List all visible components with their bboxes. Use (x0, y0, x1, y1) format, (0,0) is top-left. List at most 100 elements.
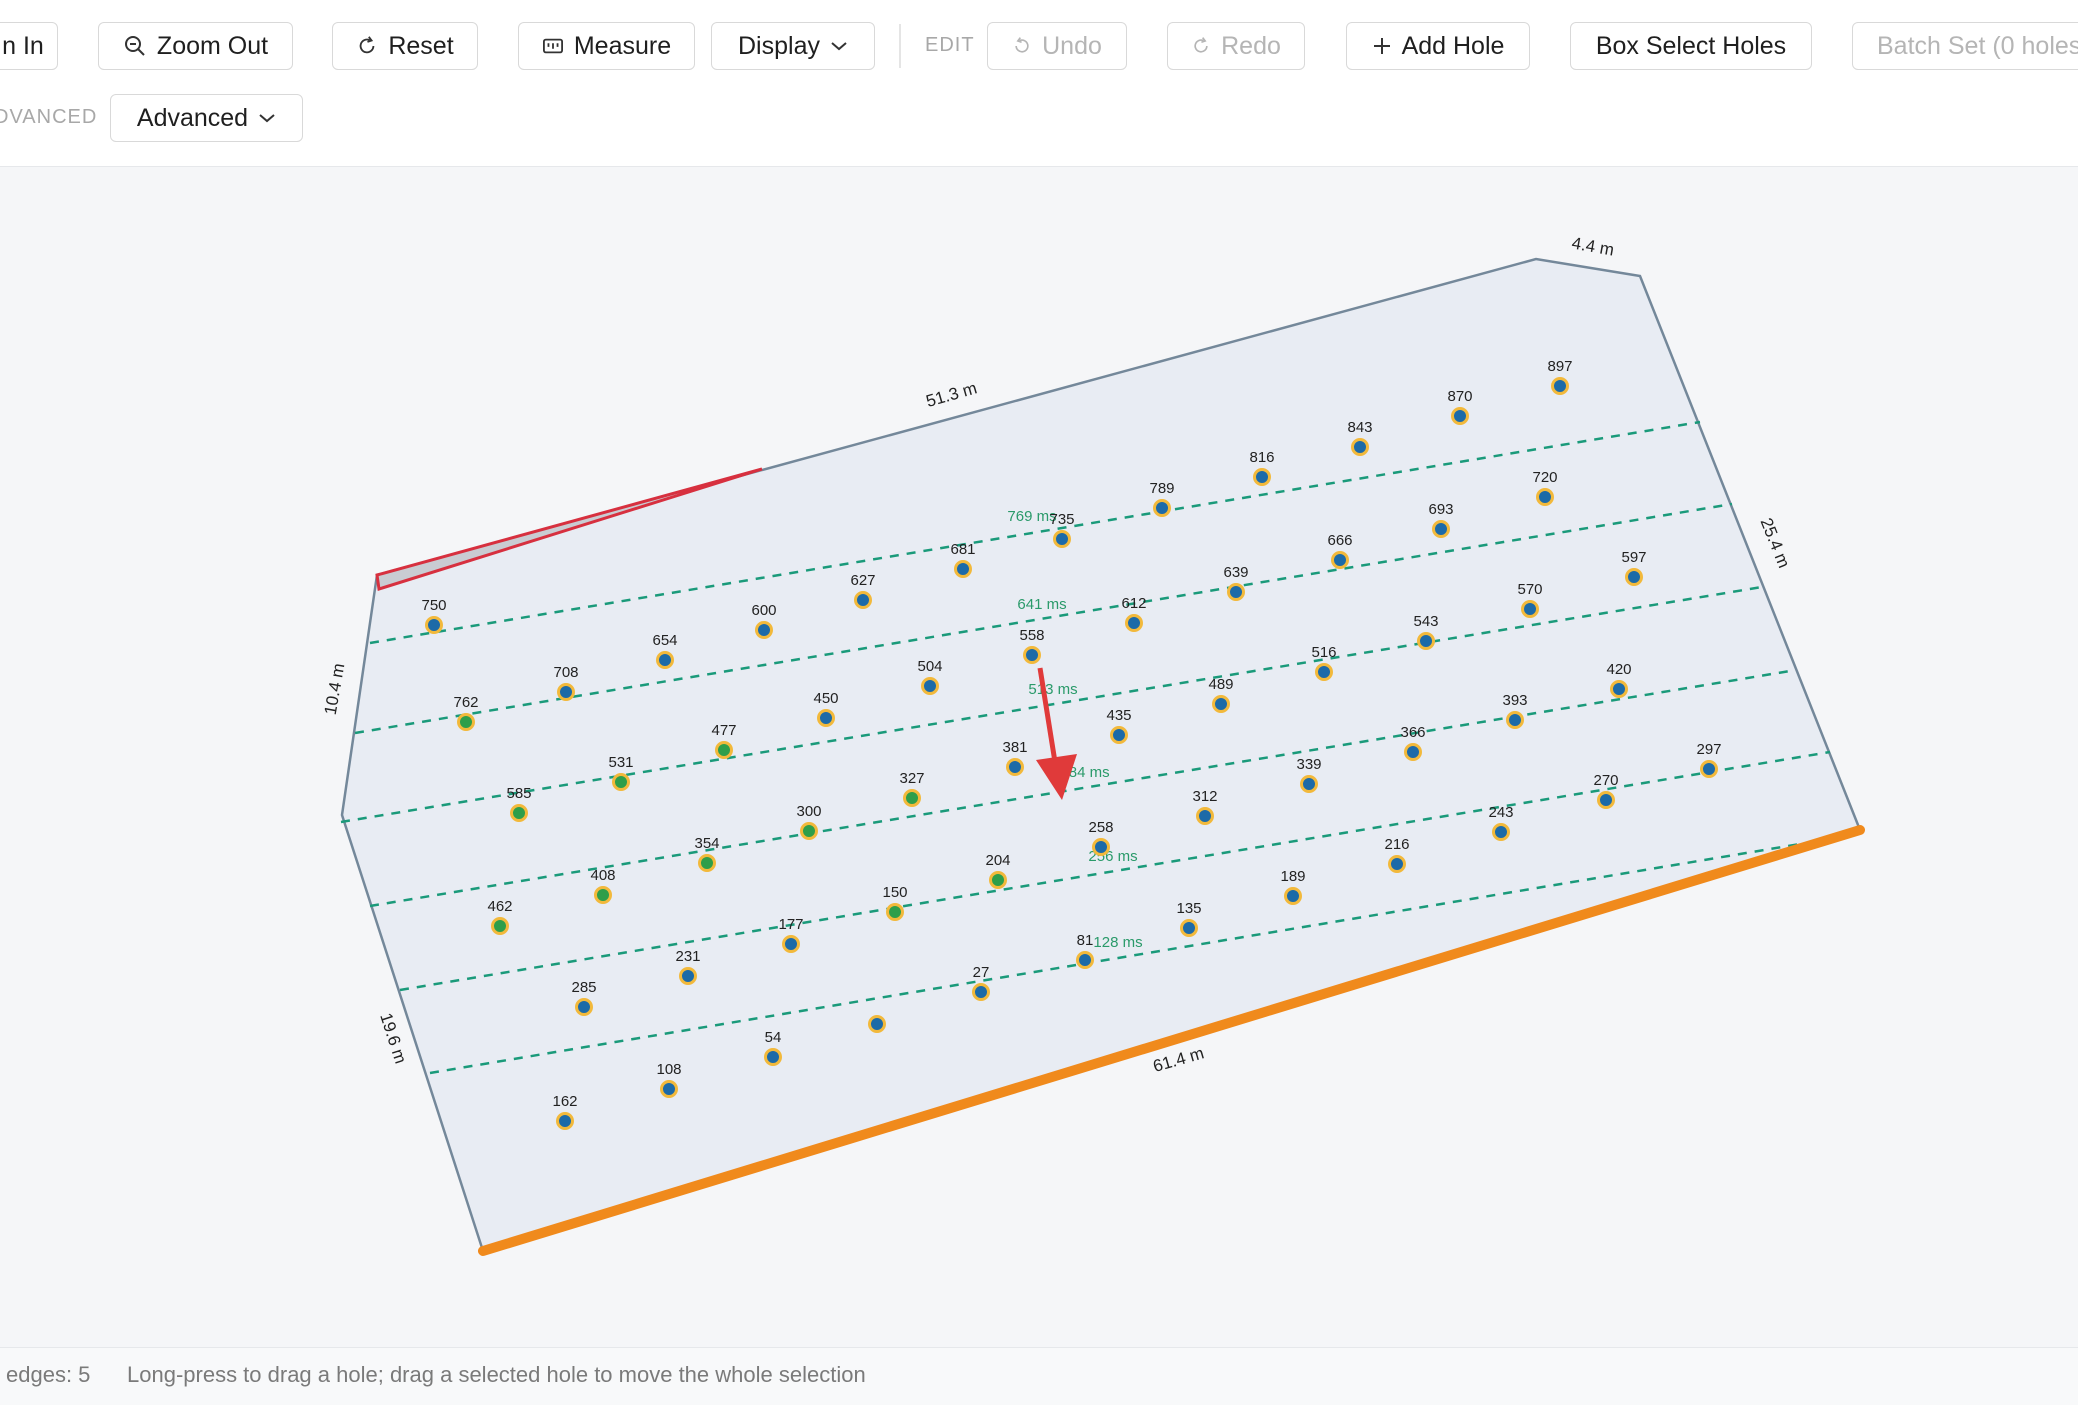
blast-hole[interactable] (1506, 711, 1524, 729)
delay-timing-label: 641 ms (1017, 596, 1066, 613)
measure-button[interactable]: Measure (518, 22, 695, 70)
blast-hole[interactable] (457, 713, 475, 731)
hole-depth-label: 270 (1593, 772, 1618, 789)
blast-hole[interactable] (1700, 760, 1718, 778)
hole-depth-label: 435 (1106, 707, 1131, 724)
blast-hole[interactable] (782, 935, 800, 953)
blast-hole[interactable] (1451, 407, 1469, 425)
edges-count: edges: 5 (6, 1362, 91, 1387)
delay-timing-label: 513 ms (1028, 681, 1077, 698)
blast-hole[interactable] (698, 854, 716, 872)
blast-hole[interactable] (715, 741, 733, 759)
advanced-section-label: DVANCED (0, 106, 98, 128)
display-label: Display (738, 31, 820, 60)
blast-hole[interactable] (656, 651, 674, 669)
hole-depth-label: 408 (590, 867, 615, 884)
hole-depth-label: 27 (973, 964, 990, 981)
edge-length-label: 25.4 m (1757, 515, 1794, 570)
blast-hole[interactable] (972, 983, 990, 1001)
add-hole-button[interactable]: Add Hole (1346, 22, 1530, 70)
blast-hole[interactable] (1196, 807, 1214, 825)
blast-hole[interactable] (612, 773, 630, 791)
blast-pattern-drawing[interactable]: 51.3 m4.4 m25.4 m61.4 m19.6 m10.4 m769 m… (0, 167, 2078, 1347)
blast-hole[interactable] (1110, 726, 1128, 744)
hole-depth-label: 300 (796, 803, 821, 820)
hole-depth-label: 258 (1088, 819, 1113, 836)
blast-hole[interactable] (1023, 646, 1041, 664)
blast-hole[interactable] (1492, 823, 1510, 841)
box-select-holes-button[interactable]: Box Select Holes (1570, 22, 1812, 70)
blast-hole[interactable] (800, 822, 818, 840)
blast-hole[interactable] (886, 903, 904, 921)
toolbar: n In Zoom Out Reset Measure Display EDIT… (0, 0, 2078, 167)
blast-hole[interactable] (1284, 887, 1302, 905)
reset-button[interactable]: Reset (332, 22, 478, 70)
advanced-dropdown[interactable]: Advanced (110, 94, 303, 142)
toolbar-divider (899, 24, 901, 68)
blast-hole[interactable] (594, 886, 612, 904)
blast-hole[interactable] (1351, 438, 1369, 456)
blast-hole[interactable] (1521, 600, 1539, 618)
blast-hole[interactable] (660, 1080, 678, 1098)
blast-hole[interactable] (1253, 468, 1271, 486)
blast-hole[interactable] (764, 1048, 782, 1066)
blast-hole[interactable] (854, 591, 872, 609)
blast-hole[interactable] (1536, 488, 1554, 506)
blast-hole[interactable] (1597, 791, 1615, 809)
hole-depth-label: 327 (899, 770, 924, 787)
hole-depth-label: 639 (1223, 564, 1248, 581)
blast-hole[interactable] (755, 621, 773, 639)
blast-hole[interactable] (921, 677, 939, 695)
redo-button[interactable]: Redo (1167, 22, 1305, 70)
hole-depth-label: 243 (1488, 804, 1513, 821)
undo-label: Undo (1042, 31, 1102, 60)
zoom-out-button[interactable]: Zoom Out (98, 22, 293, 70)
blast-hole[interactable] (557, 683, 575, 701)
blast-hole[interactable] (1417, 632, 1435, 650)
blast-hole[interactable] (1388, 855, 1406, 873)
blast-hole[interactable] (425, 616, 443, 634)
blast-hole[interactable] (954, 560, 972, 578)
display-dropdown[interactable]: Display (711, 22, 875, 70)
blast-hole[interactable] (1227, 583, 1245, 601)
blast-hole[interactable] (575, 998, 593, 1016)
blast-hole[interactable] (1404, 743, 1422, 761)
hole-depth-label: 612 (1121, 595, 1146, 612)
blast-hole[interactable] (1180, 919, 1198, 937)
blast-design-canvas[interactable]: 51.3 m 4.4 m 25.4 m 61.4 m 19.6 m 10.4 m 769 m… (0, 167, 2078, 1347)
blast-hole[interactable] (1610, 680, 1628, 698)
zoom-in-label: n In (2, 31, 44, 60)
hole-depth-label: 231 (675, 948, 700, 965)
zoom-in-button[interactable]: n In (0, 22, 58, 70)
blast-hole[interactable] (989, 871, 1007, 889)
blast-hole[interactable] (1076, 951, 1094, 969)
hole-depth-label: 54 (765, 1029, 782, 1046)
blast-hole[interactable] (903, 789, 921, 807)
blast-hole[interactable] (1125, 614, 1143, 632)
blast-hole[interactable] (817, 709, 835, 727)
blast-hole[interactable] (1092, 838, 1110, 856)
blast-hole[interactable] (1053, 530, 1071, 548)
blast-hole[interactable] (1432, 520, 1450, 538)
blast-hole[interactable] (1315, 663, 1333, 681)
undo-button[interactable]: Undo (987, 22, 1127, 70)
blast-hole[interactable] (1006, 758, 1024, 776)
blast-hole[interactable] (1331, 551, 1349, 569)
blast-hole[interactable] (679, 967, 697, 985)
blast-hole[interactable] (1153, 499, 1171, 517)
hole-depth-label: 339 (1296, 756, 1321, 773)
blast-hole[interactable] (510, 804, 528, 822)
hole-depth-label: 762 (453, 694, 478, 711)
blast-hole[interactable] (868, 1015, 886, 1033)
blast-hole[interactable] (556, 1112, 574, 1130)
blast-hole[interactable] (491, 917, 509, 935)
blast-hole[interactable] (1551, 377, 1569, 395)
hole-depth-label: 750 (421, 597, 446, 614)
blast-hole[interactable] (1300, 775, 1318, 793)
blast-hole[interactable] (1625, 568, 1643, 586)
hole-depth-label: 108 (656, 1061, 681, 1078)
blast-hole[interactable] (1212, 695, 1230, 713)
batch-set-button[interactable]: Batch Set (0 holes (1852, 22, 2078, 70)
hole-depth-label: 393 (1502, 692, 1527, 709)
hole-depth-label: 297 (1696, 741, 1721, 758)
